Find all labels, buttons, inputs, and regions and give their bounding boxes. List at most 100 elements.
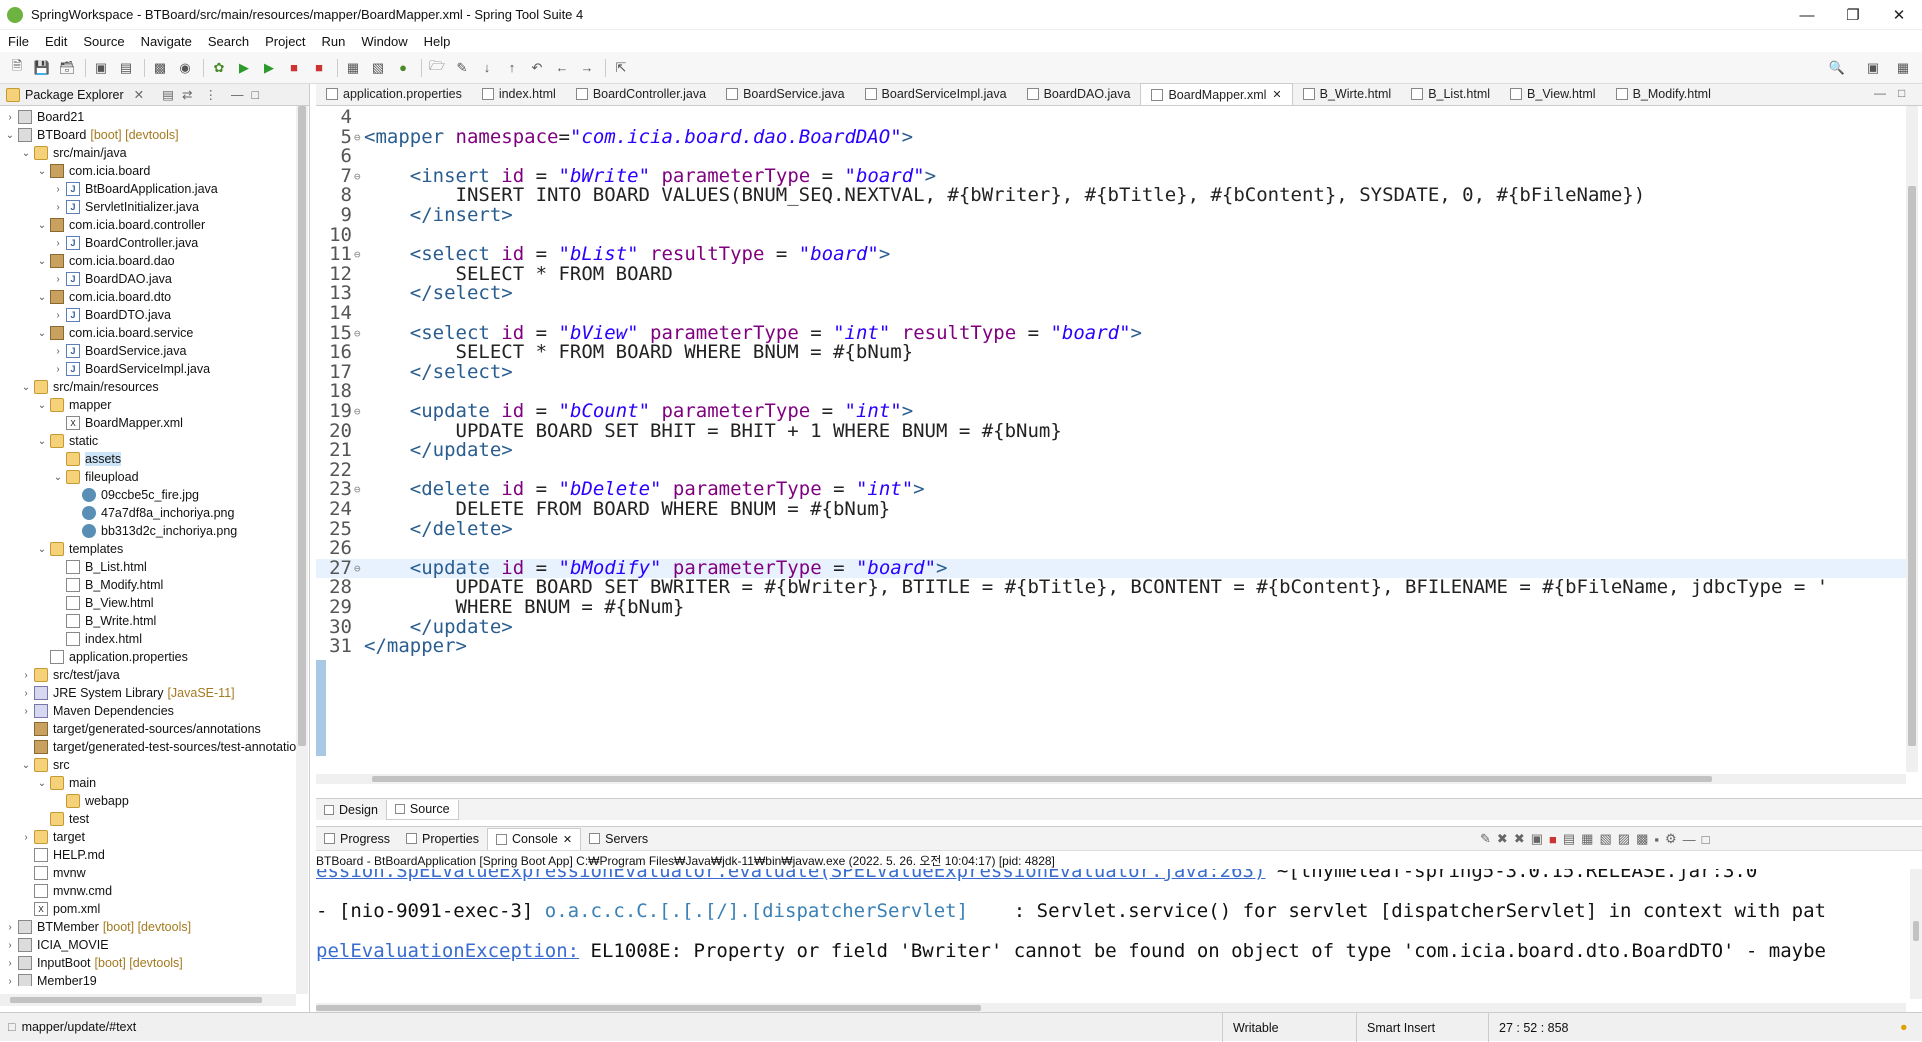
tree-item[interactable]: › ICIA_MOVIE <box>0 936 309 954</box>
tree-item[interactable]: › Board21 <box>0 108 309 126</box>
editor-maximize-icon[interactable]: □ <box>1898 86 1905 100</box>
chevron-right-icon[interactable]: › <box>52 310 64 321</box>
tree-item[interactable]: › target <box>0 828 309 846</box>
chevron-down-icon[interactable]: ⌄ <box>36 256 48 267</box>
tree-item[interactable]: ⌄ main <box>0 774 309 792</box>
scroll-lock-icon[interactable]: ▤ <box>1563 831 1575 847</box>
stop-icon[interactable]: ■ <box>308 57 330 79</box>
tree-item[interactable]: › J BoardService.java <box>0 342 309 360</box>
code-line[interactable]: 5 ⊖ <mapper namespace="com.icia.board.dao.… <box>316 127 1906 148</box>
tree-item[interactable]: ⌄ com.icia.board.service <box>0 324 309 342</box>
remove-launches-icon[interactable]: ✖ <box>1514 831 1525 847</box>
menu-window[interactable]: Window <box>353 34 415 49</box>
tree-item[interactable]: ⌄ com.icia.board.controller <box>0 216 309 234</box>
editor-minimize-icon[interactable]: — <box>1874 86 1886 100</box>
tree-item[interactable]: ⌄ fileupload <box>0 468 309 486</box>
maximize-button[interactable]: ❐ <box>1830 0 1876 30</box>
chevron-down-icon[interactable]: ⌄ <box>20 382 32 393</box>
tree-item[interactable]: X BoardMapper.xml <box>0 414 309 432</box>
tab-console[interactable]: Console ✕ <box>487 827 582 850</box>
console-icon[interactable]: ▩ <box>149 57 171 79</box>
new-java-project-icon[interactable]: ▦ <box>342 57 364 79</box>
tree-item[interactable]: › J BoardController.java <box>0 234 309 252</box>
clear-icon[interactable]: ▣ <box>1531 831 1543 847</box>
run-icon[interactable]: ▶ <box>233 57 255 79</box>
tree-item[interactable]: application.properties <box>0 648 309 666</box>
perspective-icon[interactable]: ▣ <box>1862 57 1884 79</box>
collapse-all-icon[interactable]: ▤ <box>162 87 174 102</box>
explorer-vscrollbar[interactable] <box>296 106 308 994</box>
code-line[interactable]: 16 SELECT * FROM BOARD WHERE BNUM = #{bN… <box>316 343 1906 363</box>
chevron-down-icon[interactable]: ⌄ <box>36 328 48 339</box>
code-line[interactable]: 9 </insert> <box>316 205 1906 226</box>
tree-item[interactable]: test <box>0 810 309 828</box>
editor-tab[interactable]: BoardServiceImpl.java <box>855 83 1017 105</box>
settings-icon[interactable]: ⚙ <box>1665 831 1677 847</box>
last-edit-icon[interactable]: ↶ <box>526 57 548 79</box>
chevron-right-icon[interactable]: › <box>52 202 64 213</box>
tree-item[interactable]: ⌄ com.icia.board.dto <box>0 288 309 306</box>
fold-toggle-icon[interactable]: ⊖ <box>354 245 361 265</box>
tree-item[interactable]: ⌄ static <box>0 432 309 450</box>
chevron-right-icon[interactable]: › <box>52 184 64 195</box>
close-tab-icon[interactable]: ✕ <box>1272 88 1281 101</box>
chevron-down-icon[interactable]: ⌄ <box>36 166 48 177</box>
console-vscroll-thumb[interactable] <box>1913 921 1919 941</box>
new-icon[interactable]: 🗎 <box>6 57 28 79</box>
fold-toggle-icon[interactable]: ⊖ <box>354 402 361 422</box>
code-line[interactable]: 13 </select> <box>316 284 1906 304</box>
tree-item[interactable]: › JRE System Library [JavaSE-11] <box>0 684 309 702</box>
editor-tab[interactable]: BoardController.java <box>566 83 716 105</box>
external-tools-icon[interactable]: ■ <box>283 57 305 79</box>
chevron-right-icon[interactable]: › <box>52 238 64 249</box>
console-vscrollbar[interactable] <box>1910 869 1922 999</box>
explorer-vscroll-thumb[interactable] <box>298 106 306 746</box>
code-line[interactable]: 17 </select> <box>316 362 1906 383</box>
code-editor[interactable]: 4 5 ⊖ <mapper namespace="com.icia.board.dao… <box>316 106 1906 772</box>
editor-tab[interactable]: B_List.html <box>1401 83 1500 105</box>
tree-item[interactable]: ⌄ com.icia.board <box>0 162 309 180</box>
code-line[interactable]: 12 SELECT * FROM BOARD <box>316 264 1906 285</box>
open-resource-icon[interactable]: ▤ <box>115 57 137 79</box>
menu-search[interactable]: Search <box>200 34 257 49</box>
tree-item[interactable]: 47a7df8a_inchoriya.png <box>0 504 309 522</box>
code-line[interactable]: 6 <box>316 147 1906 167</box>
editor-vscroll-thumb[interactable] <box>1908 186 1916 746</box>
chevron-down-icon[interactable]: ⌄ <box>36 544 48 555</box>
chevron-right-icon[interactable]: › <box>52 364 64 375</box>
forward-icon[interactable]: → <box>576 57 598 79</box>
annotation-prev-icon[interactable]: ↑ <box>501 57 523 79</box>
menu-file[interactable]: File <box>0 34 37 49</box>
close-icon[interactable]: ✕ <box>134 87 144 102</box>
tree-item[interactable]: mvnw <box>0 864 309 882</box>
code-line[interactable]: 20 UPDATE BOARD SET BHIT = BHIT + 1 WHER… <box>316 421 1906 442</box>
close-button[interactable]: ✕ <box>1876 0 1922 30</box>
word-wrap-icon[interactable]: ▦ <box>1581 831 1593 847</box>
tree-item[interactable]: assets <box>0 450 309 468</box>
fold-toggle-icon[interactable]: ⊖ <box>354 167 361 187</box>
editor-tab[interactable]: B_View.html <box>1500 83 1606 105</box>
chevron-right-icon[interactable]: › <box>4 976 16 987</box>
chevron-right-icon[interactable]: › <box>20 688 32 699</box>
console-minimize-icon[interactable]: — <box>1683 832 1696 847</box>
chevron-right-icon[interactable]: › <box>20 832 32 843</box>
code-line[interactable]: 25 </delete> <box>316 519 1906 540</box>
filter-icon[interactable]: ⋮ <box>204 87 217 102</box>
code-line[interactable]: 24 DELETE FROM BOARD WHERE BNUM = #{bNum… <box>316 499 1906 520</box>
code-line[interactable]: 19 ⊖ <update id = "bCount" parameterType … <box>316 401 1906 422</box>
tree-item[interactable]: B_View.html <box>0 594 309 612</box>
minimize-view-icon[interactable]: — <box>231 88 244 102</box>
fold-toggle-icon[interactable]: ⊖ <box>354 128 361 148</box>
fold-toggle-icon[interactable]: ⊖ <box>354 324 361 344</box>
pin-console-icon[interactable]: ✎ <box>1480 831 1491 847</box>
new-package-icon[interactable]: ▧ <box>367 57 389 79</box>
code-line[interactable]: 21 </update> <box>316 440 1906 461</box>
code-line[interactable]: 11 ⊖ <select id = "bList" resultType = "b… <box>316 244 1906 265</box>
menu-project[interactable]: Project <box>257 34 313 49</box>
open-folder-icon[interactable]: 🗁 <box>426 57 448 79</box>
code-line[interactable]: 8 INSERT INTO BOARD VALUES(BNUM_SEQ.NEXT… <box>316 186 1906 206</box>
tree-item[interactable]: target/generated-test-sources/test-annot… <box>0 738 309 756</box>
tree-item[interactable]: ⌄ mapper <box>0 396 309 414</box>
editor-tab[interactable]: BoardMapper.xml ✕ <box>1140 83 1293 105</box>
open-console-icon[interactable]: ▩ <box>1636 831 1648 847</box>
